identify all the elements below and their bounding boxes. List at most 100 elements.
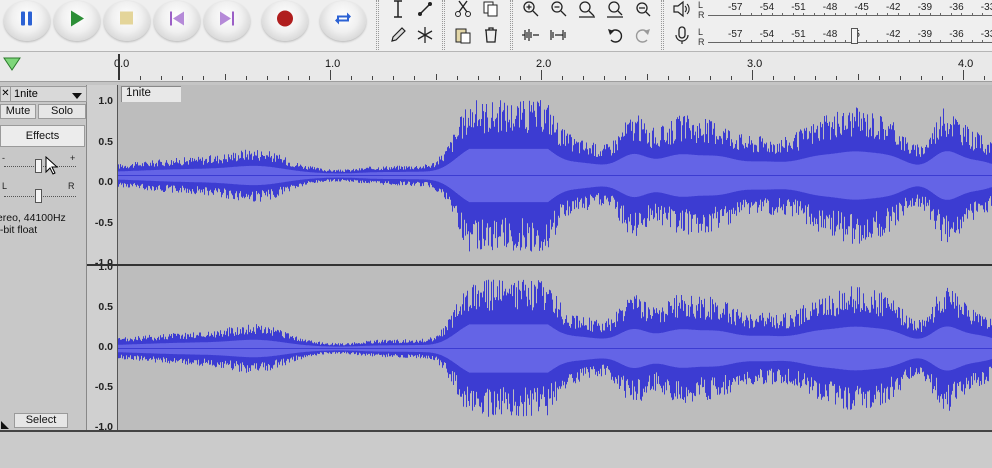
toolbar-separator <box>510 0 513 50</box>
left-channel-waveform <box>118 85 992 266</box>
record-tick-label: -33 <box>980 29 992 40</box>
timeline-tick <box>266 76 268 80</box>
timeline-label: 3.0 <box>747 58 763 70</box>
track-sample-format: 2-bit float <box>0 224 38 236</box>
trim-audio-button[interactable] <box>520 26 542 48</box>
timeline-tick <box>773 76 775 80</box>
cut-button[interactable] <box>452 0 474 22</box>
zoom-in-button[interactable] <box>520 0 542 22</box>
timeline-ruler[interactable]: 0.0 1.0 2.0 3.0 4.0 <box>0 52 992 82</box>
record-button[interactable] <box>262 1 308 41</box>
undo-button[interactable] <box>604 26 626 48</box>
amplitude-ruler-divider <box>87 264 118 266</box>
amplitude-label: 0.5 <box>98 301 113 313</box>
silence-audio-button[interactable] <box>548 26 570 48</box>
amplitude-label: 1.0 <box>98 95 113 107</box>
playback-tick-mark <box>950 13 952 16</box>
playback-tick-mark <box>771 13 773 16</box>
skip-to-end-button[interactable] <box>204 1 250 41</box>
redo-icon <box>634 26 652 49</box>
delete-button[interactable] <box>480 26 502 48</box>
amplitude-label: -0.5 <box>94 381 113 393</box>
timeline-options-button[interactable] <box>3 56 21 77</box>
fit-project-button[interactable] <box>604 0 626 22</box>
gain-slider[interactable] <box>0 156 80 176</box>
playback-tick-mark <box>887 13 889 16</box>
gain-slider-thumb[interactable] <box>35 159 42 173</box>
envelope-tool[interactable] <box>414 0 436 22</box>
timeline-tick <box>414 76 416 80</box>
pan-slider[interactable] <box>0 186 80 206</box>
record-tick-mark <box>908 40 910 43</box>
redo-button[interactable] <box>632 26 654 48</box>
playback-meter-button[interactable] <box>671 0 693 22</box>
track-close-button[interactable]: ✕ <box>1 87 11 101</box>
playback-tick-mark <box>876 13 878 16</box>
timeline-tick <box>667 76 669 80</box>
empty-track-area[interactable] <box>0 432 992 468</box>
playback-meter-right-label: R <box>698 10 705 20</box>
timeline-tick <box>498 76 500 80</box>
amplitude-label: 1.0 <box>98 261 113 273</box>
record-level-meter[interactable]: -57-54-51-485-42-39-36-33 <box>708 29 992 45</box>
playback-tick-mark <box>782 13 784 16</box>
mute-button[interactable]: Mute <box>0 104 36 119</box>
loop-button[interactable] <box>320 1 366 41</box>
copy-button[interactable] <box>480 0 502 22</box>
record-meter-button[interactable] <box>671 25 693 48</box>
playback-tick-label: -42 <box>886 2 901 13</box>
multi-tool[interactable] <box>414 26 436 48</box>
playback-tick-mark <box>813 13 815 16</box>
stop-button[interactable] <box>104 1 150 41</box>
playback-tick-mark <box>803 13 805 16</box>
timeline-tick <box>984 76 986 80</box>
timeline-tick <box>794 76 796 80</box>
timeline-tick <box>857 74 859 80</box>
playback-tick-mark <box>929 13 931 16</box>
zoom-toggle-button[interactable] <box>632 0 654 22</box>
skip-to-start-button[interactable] <box>154 1 200 41</box>
playback-meter-left-label: L <box>698 0 704 10</box>
playback-tick-mark <box>982 13 984 16</box>
timeline-tick <box>245 76 247 80</box>
pencil-icon <box>389 26 407 49</box>
select-track-button[interactable]: Select <box>14 413 68 428</box>
asterisk-icon <box>416 26 434 49</box>
pause-icon <box>20 11 34 32</box>
selection-tool[interactable] <box>387 0 409 22</box>
record-tick-mark <box>940 40 942 43</box>
draw-tool[interactable] <box>387 26 409 48</box>
timeline-tick <box>562 76 564 80</box>
play-button[interactable] <box>54 1 100 41</box>
effects-button[interactable]: Effects <box>0 125 85 147</box>
record-level-slider-thumb[interactable] <box>851 28 858 44</box>
playback-tick-mark <box>761 13 763 16</box>
record-tick-mark <box>876 40 878 43</box>
zoom-out-button[interactable] <box>548 0 570 22</box>
left-channel[interactable] <box>118 85 992 266</box>
solo-button[interactable]: Solo <box>38 104 86 119</box>
waveform-area[interactable]: 1nite <box>118 85 992 431</box>
pan-slider-thumb[interactable] <box>35 189 42 203</box>
timeline-tick <box>709 76 711 80</box>
timeline-tick <box>920 76 922 80</box>
timeline-tick <box>435 74 437 80</box>
playback-tick-label: -57 <box>728 2 743 13</box>
record-tick-mark <box>971 40 973 43</box>
timeline-tick <box>941 76 943 80</box>
right-channel[interactable] <box>118 266 992 431</box>
timeline-tick <box>899 76 901 80</box>
track-name-bar[interactable]: ✕ 1nite <box>0 86 87 102</box>
playback-level-meter[interactable]: -57 -54 -51 -48 -45 -42 -39 -36 -33 <box>708 2 992 18</box>
track-menu-chevron-icon[interactable] <box>72 91 82 103</box>
paste-button[interactable] <box>452 26 474 48</box>
record-tick-mark <box>887 40 889 43</box>
toolbar: L R L R -57-54-51-48-45-42-39-36-33 -57-… <box>0 0 992 52</box>
playback-tick-mark <box>971 13 973 16</box>
pause-button[interactable] <box>4 1 50 41</box>
track-sample-rate: tereo, 44100Hz <box>0 212 66 224</box>
toolbar-separator <box>661 0 664 50</box>
record-tick-mark <box>771 40 773 43</box>
clip-title[interactable]: 1nite <box>121 86 181 102</box>
fit-selection-button[interactable] <box>576 0 598 22</box>
